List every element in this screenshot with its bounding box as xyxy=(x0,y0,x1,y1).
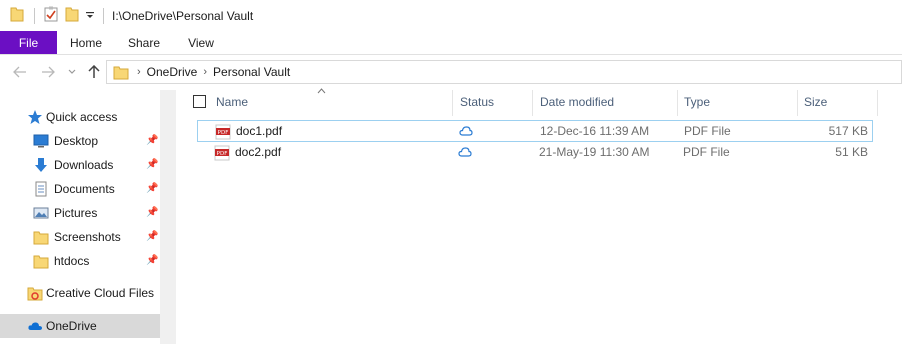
pin-icon[interactable]: 📌 xyxy=(146,135,158,146)
column-header-size[interactable]: Size xyxy=(804,86,827,118)
desktop-icon xyxy=(33,133,49,149)
nav-label: Desktop xyxy=(54,134,99,148)
svg-text:PDF: PDF xyxy=(218,130,229,136)
column-header-name[interactable]: Name xyxy=(216,86,248,118)
file-list: Name Status Date modified Type Size PDF … xyxy=(180,86,902,344)
file-size: 517 KB xyxy=(828,124,868,138)
pdf-file-icon: PDF xyxy=(214,145,230,161)
column-divider[interactable] xyxy=(877,90,878,116)
tab-share[interactable]: Share xyxy=(115,31,173,54)
nav-label: Screenshots xyxy=(54,230,121,244)
chevron-down-icon xyxy=(68,69,76,74)
star-icon xyxy=(27,109,43,125)
title-bar: I:\OneDrive\Personal Vault xyxy=(0,0,902,31)
nav-label: htdocs xyxy=(54,254,90,268)
column-divider[interactable] xyxy=(452,90,453,116)
nav-label: Pictures xyxy=(54,206,98,220)
up-button[interactable] xyxy=(84,62,104,82)
cloud-status-icon xyxy=(458,146,472,161)
nav-item-htdocs[interactable]: htdocs 📌 xyxy=(0,249,160,273)
file-name[interactable]: doc2.pdf xyxy=(235,145,281,159)
navigation-pane: Quick access Desktop 📌 Downloads 📌 Docum… xyxy=(0,86,176,344)
customize-quick-access-icon[interactable] xyxy=(85,6,95,25)
column-header-status[interactable]: Status xyxy=(460,86,494,118)
recent-locations-button[interactable] xyxy=(62,62,82,82)
pin-icon[interactable]: 📌 xyxy=(146,231,158,242)
separator xyxy=(103,7,104,24)
folder-icon xyxy=(10,6,24,25)
file-row[interactable]: PDF doc2.pdf 21-May-19 11:30 AM PDF File… xyxy=(197,142,873,164)
nav-label: Downloads xyxy=(54,158,114,172)
nav-item-documents[interactable]: Documents 📌 xyxy=(0,177,160,201)
window-title: I:\OneDrive\Personal Vault xyxy=(112,8,254,23)
nav-label: Documents xyxy=(54,182,115,196)
nav-label: Quick access xyxy=(46,110,118,124)
pin-icon[interactable]: 📌 xyxy=(146,255,158,266)
pictures-icon xyxy=(33,205,49,221)
folder-icon xyxy=(113,64,129,80)
creative-cloud-folder-icon xyxy=(27,285,43,301)
column-divider[interactable] xyxy=(677,90,678,116)
downloads-icon xyxy=(33,157,49,173)
nav-quick-access[interactable]: Quick access xyxy=(0,105,160,129)
breadcrumb-chevron-icon[interactable]: › xyxy=(203,66,207,78)
new-folder-icon[interactable] xyxy=(65,6,79,25)
tab-file[interactable]: File xyxy=(0,31,57,54)
documents-icon xyxy=(33,181,49,197)
nav-item-desktop[interactable]: Desktop 📌 xyxy=(0,129,160,153)
address-row: › OneDrive › Personal Vault xyxy=(0,58,902,86)
nav-item-pictures[interactable]: Pictures 📌 xyxy=(0,201,160,225)
select-all-checkbox[interactable] xyxy=(193,95,206,108)
file-date: 12-Dec-16 11:39 AM xyxy=(540,124,650,138)
sort-ascending-icon xyxy=(317,86,326,96)
file-size: 51 KB xyxy=(835,145,868,159)
column-divider[interactable] xyxy=(532,90,533,116)
nav-item-downloads[interactable]: Downloads 📌 xyxy=(0,153,160,177)
back-arrow-icon xyxy=(13,66,26,78)
nav-item-creative-cloud[interactable]: Creative Cloud Files xyxy=(0,281,160,305)
breadcrumb-onedrive[interactable]: OneDrive xyxy=(147,65,198,79)
forward-button[interactable] xyxy=(38,62,58,82)
properties-icon[interactable] xyxy=(43,6,59,25)
forward-arrow-icon xyxy=(42,66,55,78)
file-date: 21-May-19 11:30 AM xyxy=(539,145,650,159)
pin-icon[interactable]: 📌 xyxy=(146,159,158,170)
pin-icon[interactable]: 📌 xyxy=(146,183,158,194)
nav-scrollbar[interactable] xyxy=(160,90,176,344)
tab-view[interactable]: View xyxy=(173,31,229,54)
ribbon-tabs: File Home Share View xyxy=(0,31,902,55)
up-arrow-icon xyxy=(88,65,100,78)
onedrive-cloud-icon xyxy=(27,318,43,334)
pdf-file-icon: PDF xyxy=(215,124,231,140)
tab-home[interactable]: Home xyxy=(57,31,115,54)
nav-label: OneDrive xyxy=(46,319,97,333)
breadcrumb-chevron-icon[interactable]: › xyxy=(137,66,141,78)
svg-text:PDF: PDF xyxy=(217,151,228,157)
column-header-date-modified[interactable]: Date modified xyxy=(540,86,614,118)
file-row[interactable]: PDF doc1.pdf 12-Dec-16 11:39 AM PDF File… xyxy=(197,120,873,142)
cloud-status-icon xyxy=(459,125,473,140)
file-type: PDF File xyxy=(683,145,730,159)
file-type: PDF File xyxy=(684,124,731,138)
nav-item-onedrive[interactable]: OneDrive xyxy=(0,314,160,338)
column-header-type[interactable]: Type xyxy=(684,86,710,118)
breadcrumb-personal-vault[interactable]: Personal Vault xyxy=(213,65,290,79)
file-name[interactable]: doc1.pdf xyxy=(236,124,282,138)
nav-label: Creative Cloud Files xyxy=(46,286,155,300)
back-button[interactable] xyxy=(10,62,30,82)
pin-icon[interactable]: 📌 xyxy=(146,207,158,218)
folder-icon xyxy=(33,253,49,269)
nav-item-screenshots[interactable]: Screenshots 📌 xyxy=(0,225,160,249)
address-bar[interactable]: › OneDrive › Personal Vault xyxy=(106,60,902,84)
folder-icon xyxy=(33,229,49,245)
separator xyxy=(34,7,35,24)
column-divider[interactable] xyxy=(797,90,798,116)
